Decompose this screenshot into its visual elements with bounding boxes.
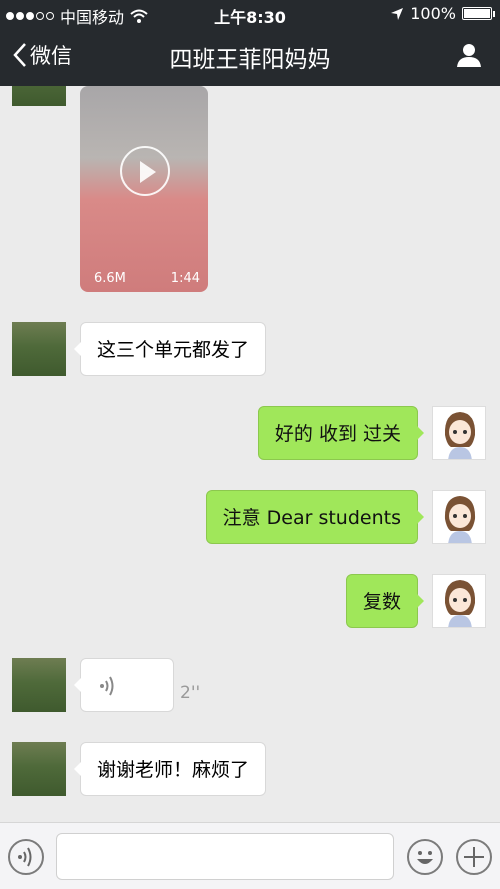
avatar-girl-icon: [444, 580, 476, 627]
status-right: 100%: [390, 4, 495, 23]
person-icon: [457, 44, 481, 67]
message-bubble[interactable]: 这三个单元都发了: [73, 322, 267, 376]
avatar-girl-icon: [444, 496, 476, 543]
more-options-button[interactable]: [456, 839, 492, 875]
battery-percent: 100%: [410, 4, 456, 23]
video-duration: 1:44: [170, 271, 200, 286]
voice-message[interactable]: [74, 658, 174, 712]
avatar-girl-icon: [444, 412, 476, 459]
video-size: 6.6M: [94, 271, 126, 286]
location-arrow-icon: [391, 7, 404, 20]
my-avatar[interactable]: [432, 574, 486, 628]
message-bubble[interactable]: 注意 Dear students: [205, 490, 425, 544]
message-bubble[interactable]: 好的 收到 过关: [257, 406, 425, 460]
contact-avatar[interactable]: [12, 658, 66, 712]
play-icon[interactable]: [120, 146, 170, 196]
voice-input-button[interactable]: [8, 839, 44, 875]
contact-info-button[interactable]: [456, 42, 482, 72]
status-bar: 中国移动 上午8:30 100%: [0, 0, 500, 28]
battery-icon: [462, 7, 495, 20]
my-avatar[interactable]: [432, 490, 486, 544]
chat-area[interactable]: 6.6M 1:44 这三个单元都发了 好的 收到 过关 注意 Dear stud…: [0, 86, 500, 822]
smiley-icon: [417, 851, 433, 864]
input-bar: [0, 822, 500, 889]
nav-bar: 微信 四班王菲阳妈妈: [0, 28, 500, 86]
message-bubble[interactable]: 复数: [345, 574, 425, 628]
page-title: 四班王菲阳妈妈: [169, 47, 331, 73]
contact-avatar[interactable]: [12, 742, 66, 796]
my-avatar[interactable]: [432, 406, 486, 460]
voice-icon: [18, 847, 32, 867]
plus-icon: [464, 847, 484, 867]
contact-avatar[interactable]: [12, 322, 66, 376]
message-input[interactable]: [56, 833, 394, 880]
message-bubble[interactable]: 谢谢老师！麻烦了: [73, 742, 267, 796]
emoji-button[interactable]: [407, 839, 443, 875]
voice-wave-icon: [100, 676, 114, 696]
contact-avatar[interactable]: [12, 86, 66, 106]
video-message[interactable]: 6.6M 1:44: [80, 86, 208, 292]
voice-duration: 2'': [180, 683, 201, 703]
